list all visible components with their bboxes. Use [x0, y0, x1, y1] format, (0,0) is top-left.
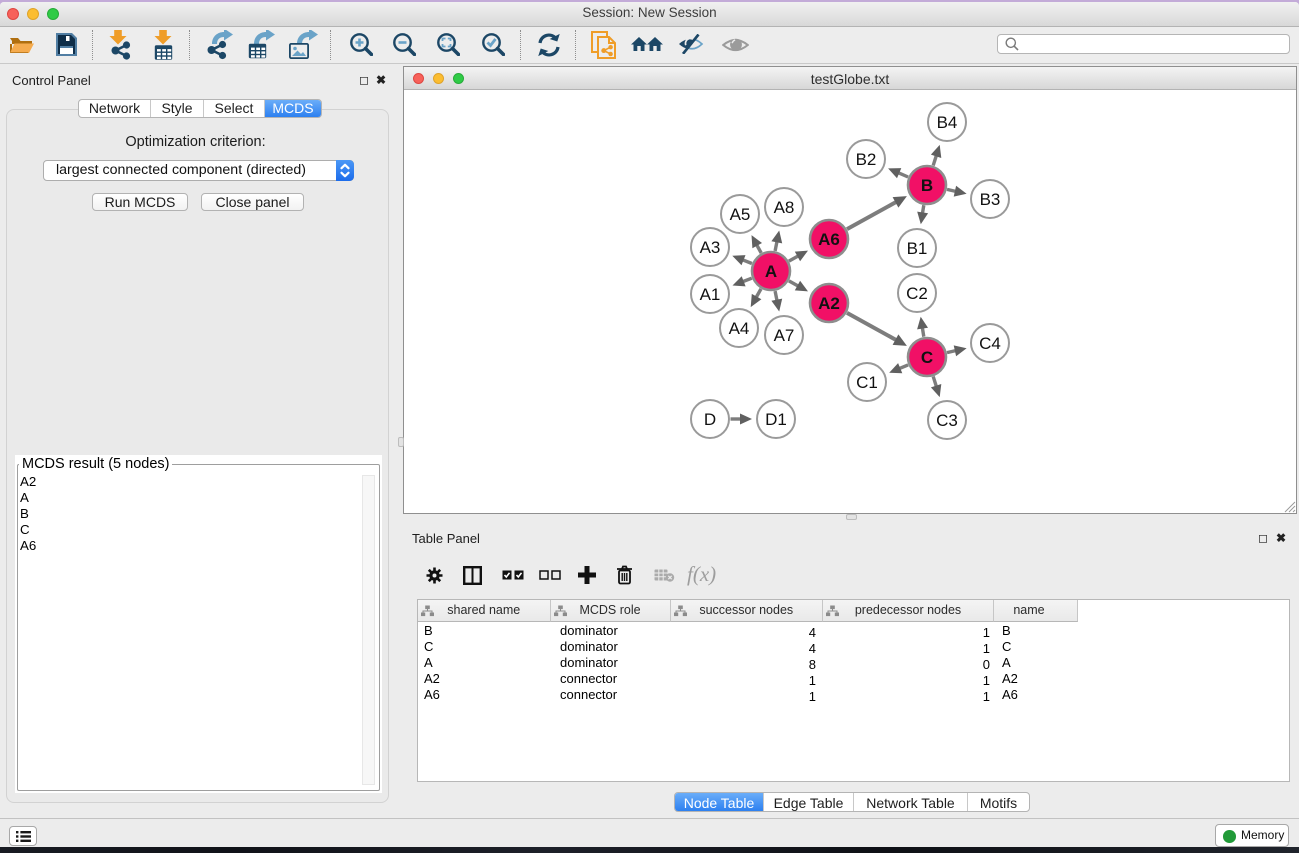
svg-text:C2: C2: [906, 284, 928, 303]
svg-text:A4: A4: [729, 319, 750, 338]
svg-text:C3: C3: [936, 411, 958, 430]
svg-text:A8: A8: [774, 198, 795, 217]
svg-text:B2: B2: [856, 150, 877, 169]
svg-text:D: D: [704, 410, 716, 429]
svg-text:B: B: [921, 176, 933, 195]
svg-text:B4: B4: [937, 113, 958, 132]
svg-text:C: C: [921, 348, 933, 367]
svg-text:C4: C4: [979, 334, 1001, 353]
svg-text:A6: A6: [818, 230, 840, 249]
svg-text:C1: C1: [856, 373, 878, 392]
svg-text:D1: D1: [765, 410, 787, 429]
svg-text:B3: B3: [980, 190, 1001, 209]
svg-text:A1: A1: [700, 285, 721, 304]
svg-text:A7: A7: [774, 326, 795, 345]
svg-text:B1: B1: [907, 239, 928, 258]
svg-text:A2: A2: [818, 294, 840, 313]
svg-text:A3: A3: [700, 238, 721, 257]
svg-text:A5: A5: [730, 205, 751, 224]
svg-text:A: A: [765, 262, 777, 281]
